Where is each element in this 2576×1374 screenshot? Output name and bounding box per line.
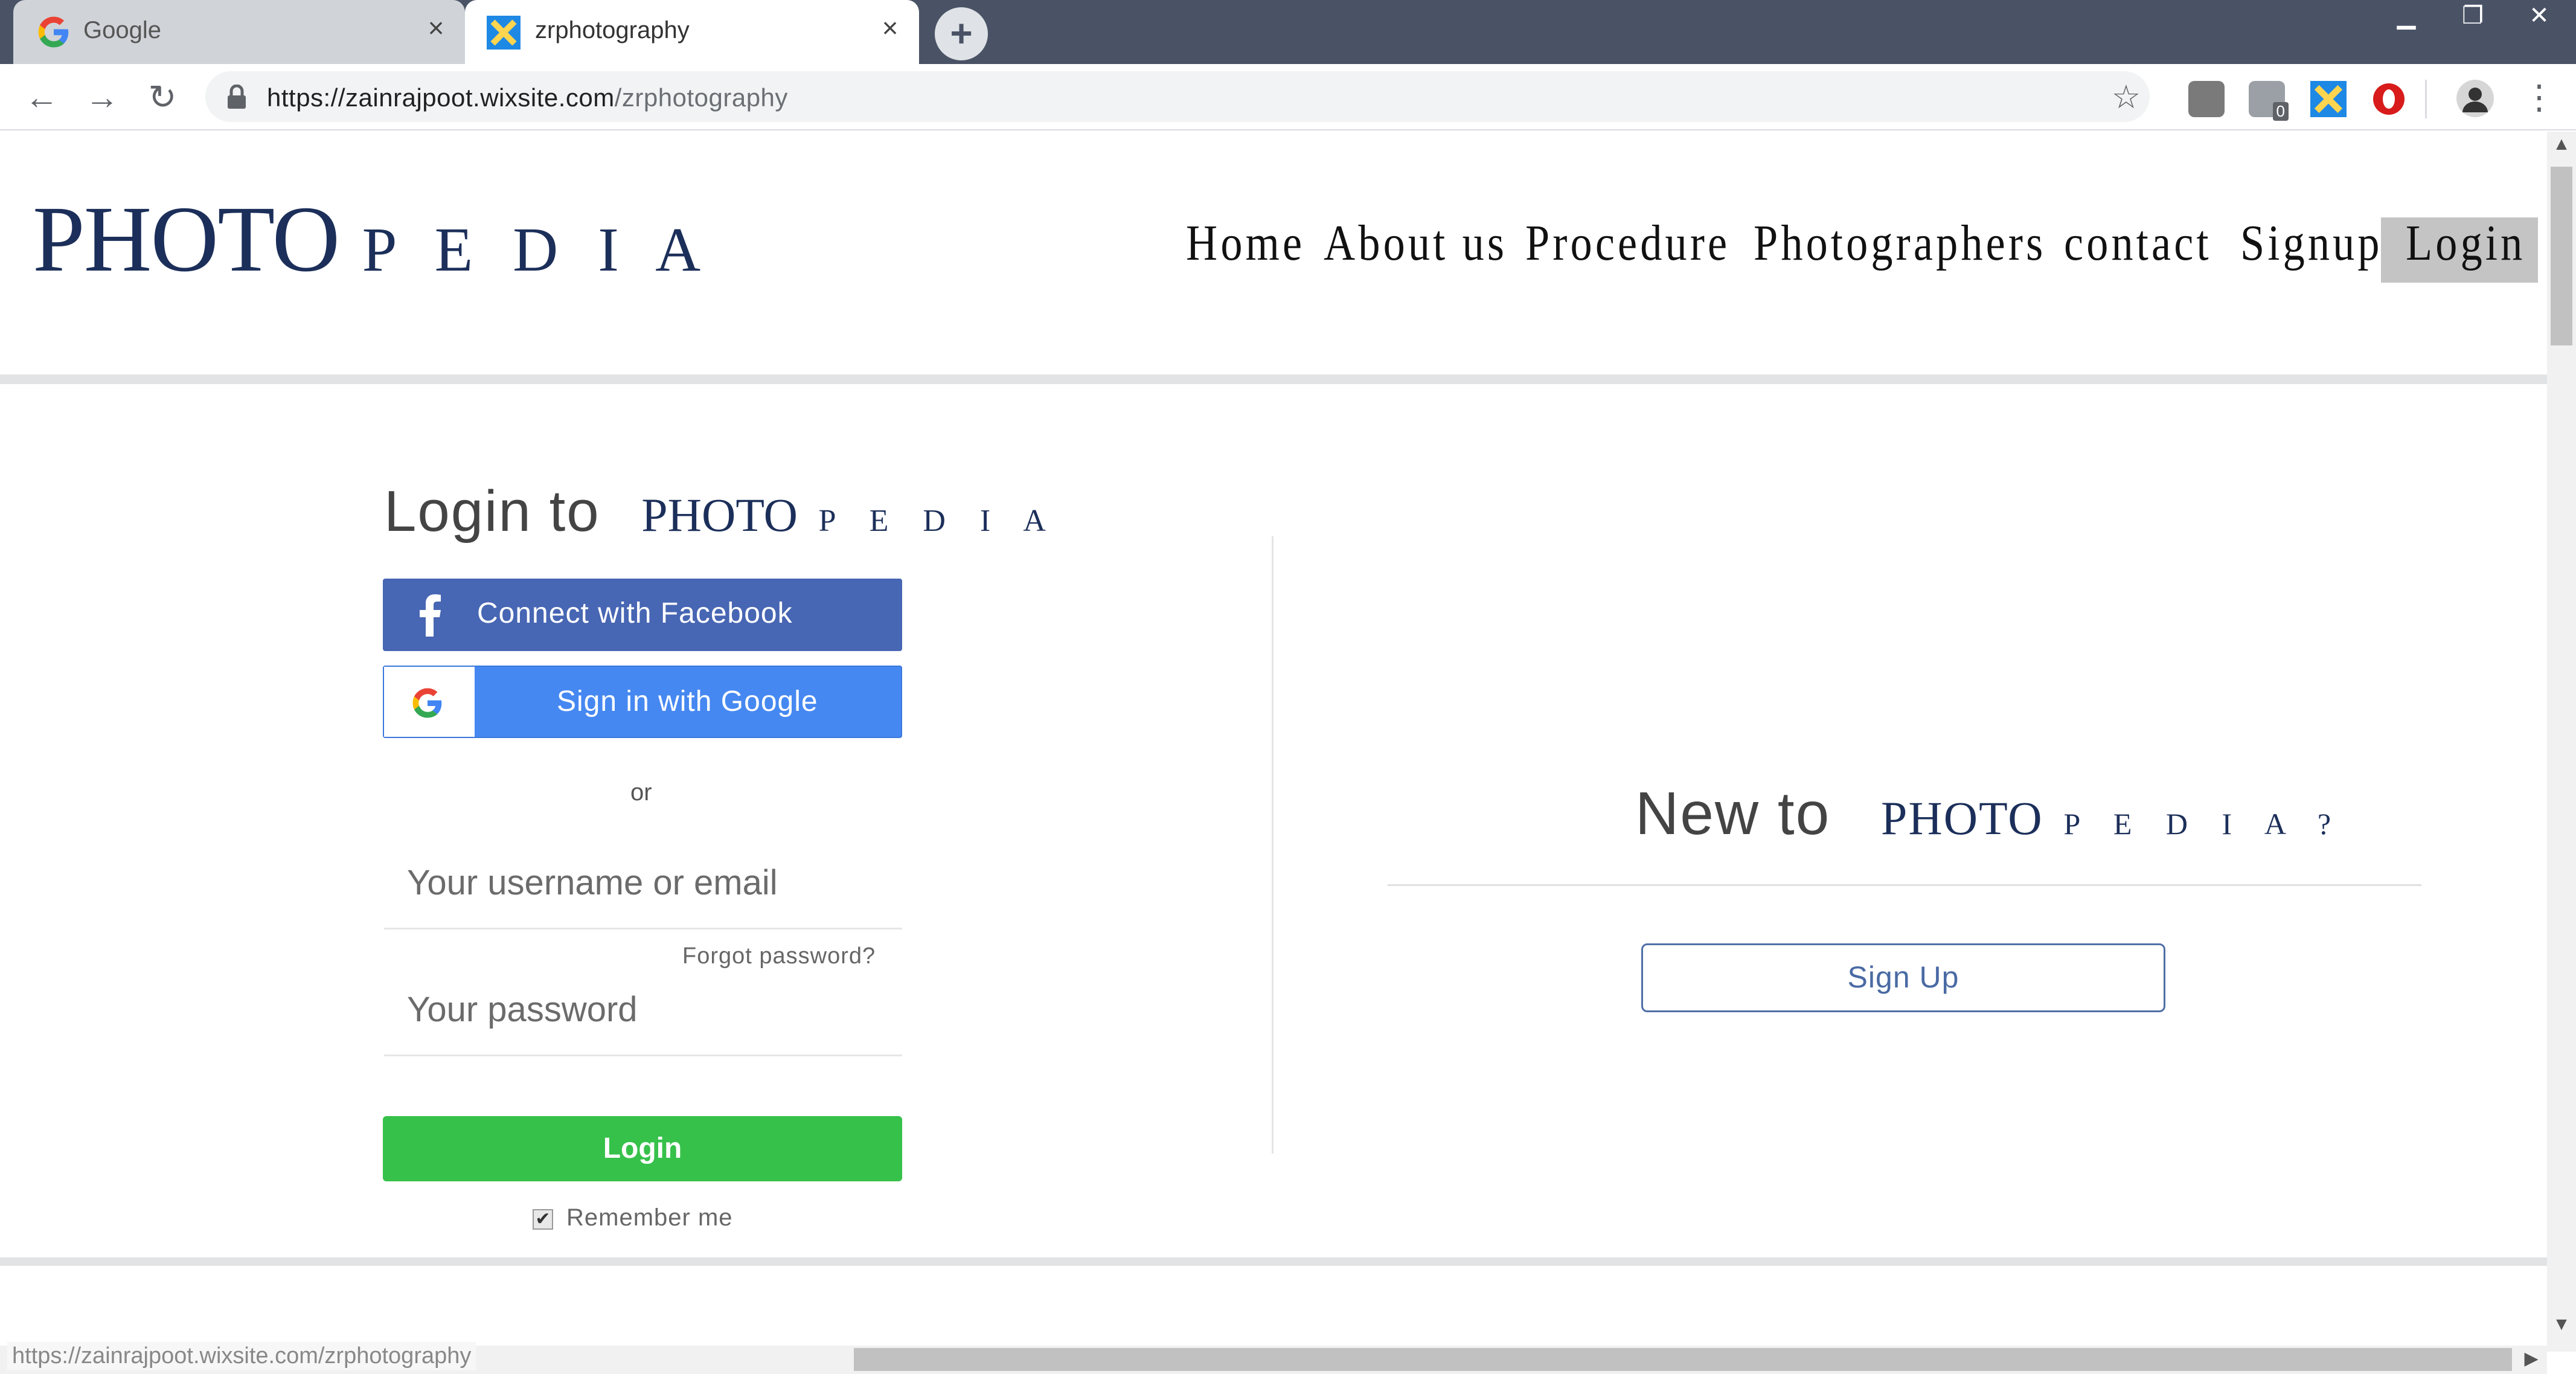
status-bar-url: https://zainrajpoot.wixsite.com/zrphotog… [7, 1342, 476, 1370]
login-heading-text: Login to [384, 479, 600, 544]
opera-extension-icon[interactable] [2371, 81, 2407, 117]
login-button[interactable]: Login [383, 1116, 902, 1181]
nav-home[interactable]: Home [1186, 214, 1305, 272]
signup-heading-text: New to [1635, 780, 1831, 847]
signup-button[interactable]: Sign Up [1641, 943, 2165, 1012]
google-g-icon [412, 688, 442, 718]
login-brand-photo: PHOTO [641, 489, 798, 541]
profile-avatar-icon[interactable] [2455, 79, 2495, 118]
wix-extension-icon[interactable] [2310, 81, 2347, 117]
facebook-icon [420, 594, 441, 637]
scroll-down-arrow-icon[interactable]: ▼ [2547, 1314, 2576, 1335]
wix-favicon-icon [487, 16, 521, 50]
signup-brand-pedia: P E D I A [2063, 807, 2300, 841]
extension-badge: 0 [2272, 102, 2289, 121]
username-field[interactable] [384, 837, 902, 929]
scroll-up-arrow-icon[interactable]: ▲ [2547, 134, 2576, 155]
logo-photo-text: PHOTO [33, 187, 340, 291]
restore-icon[interactable]: ❐ [2440, 0, 2506, 34]
login-heading: Login to PHOTO P E D I A [384, 478, 1059, 545]
new-tab-button[interactable]: + [935, 7, 988, 60]
tab-title: zrphotography [535, 17, 690, 43]
footer-divider [0, 1257, 2547, 1266]
header-divider [0, 374, 2547, 384]
tab-zrphotography[interactable]: zrphotography × [465, 0, 919, 64]
vertical-scroll-thumb[interactable] [2551, 167, 2572, 345]
minimize-icon[interactable]: ▁ [2373, 0, 2440, 34]
tab-title: Google [83, 17, 161, 43]
tab-close-icon[interactable]: × [874, 12, 906, 43]
signup-brand-photo: PHOTO [1881, 792, 2043, 844]
password-input[interactable] [384, 964, 902, 1055]
google-login-button[interactable]: Sign in with Google [383, 666, 902, 738]
facebook-login-button[interactable]: Connect with Facebook [383, 579, 902, 651]
logo-pedia-text: P E D I A [362, 215, 713, 284]
signup-question-mark: ? [2317, 807, 2333, 841]
signup-heading: New to PHOTO P E D I A ? [1635, 779, 2332, 849]
google-favicon-icon [38, 16, 69, 48]
or-separator: or [630, 779, 652, 806]
nav-photographers[interactable]: Photographers [1754, 214, 2046, 272]
tab-google[interactable]: Google × [13, 0, 465, 64]
bookmark-star-icon[interactable]: ☆ [2106, 77, 2146, 117]
site-logo[interactable]: PHOTO P E D I A [33, 185, 713, 294]
remember-me-label: Remember me [566, 1204, 733, 1231]
reload-icon[interactable]: ↻ [143, 77, 182, 117]
url-path: /zrphotography [614, 83, 788, 112]
url-host: https://zainrajpoot.wixsite.com [267, 83, 615, 112]
panel-divider [1272, 536, 1274, 1154]
username-input[interactable] [384, 837, 902, 928]
nav-procedure[interactable]: Procedure [1525, 214, 1730, 272]
scroll-right-arrow-icon[interactable]: ▶ [2517, 1348, 2546, 1369]
password-field[interactable] [384, 964, 902, 1056]
horizontal-scroll-thumb[interactable] [854, 1348, 2512, 1371]
lock-icon [228, 85, 246, 109]
signup-divider [1388, 884, 2421, 886]
nav-contact[interactable]: contact [2064, 214, 2212, 272]
nav-login[interactable]: Login [2406, 214, 2525, 272]
tab-close-icon[interactable]: × [420, 12, 452, 43]
extension-bag-icon[interactable] [2188, 81, 2225, 117]
close-window-icon[interactable]: ✕ [2506, 0, 2572, 34]
nav-about-us[interactable]: About us [1324, 214, 1507, 272]
facebook-button-label: Connect with Facebook [477, 597, 793, 629]
url-text[interactable]: https://zainrajpoot.wixsite.com/zrphotog… [267, 83, 788, 112]
google-button-label: Sign in with Google [557, 685, 818, 717]
back-arrow-icon[interactable]: ← [22, 77, 62, 117]
toolbar-divider [2425, 80, 2427, 118]
google-icon-box [384, 667, 475, 737]
forward-arrow-icon[interactable]: → [82, 77, 122, 117]
login-brand-pedia: P E D I A [818, 504, 1059, 538]
nav-signup[interactable]: Signup [2240, 214, 2383, 272]
browser-menu-icon[interactable]: ⋮ [2519, 77, 2559, 117]
extension-puzzle-icon[interactable]: 0 [2249, 81, 2289, 121]
remember-me-checkbox[interactable]: ✔ [533, 1209, 553, 1230]
